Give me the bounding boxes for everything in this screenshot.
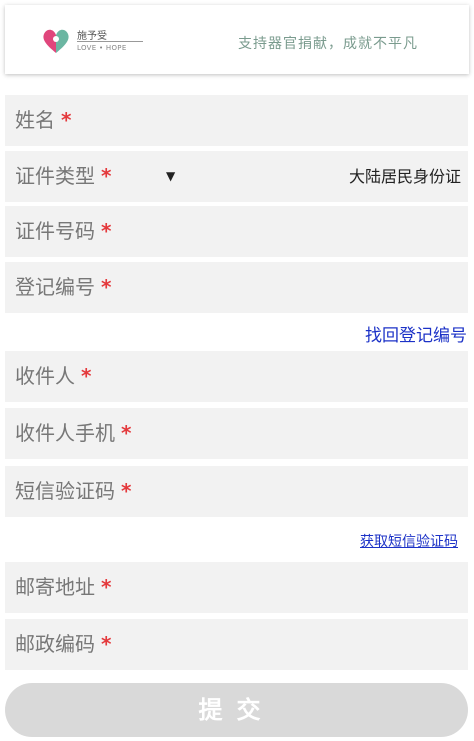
recipient-label-wrap: 收件人 * bbox=[15, 351, 91, 402]
recover-reg-number-link[interactable]: 找回登记编号 bbox=[365, 321, 467, 346]
postcode-label-wrap: 邮政编码 * bbox=[15, 619, 111, 670]
name-label-wrap: 姓名 * bbox=[15, 95, 71, 146]
logo-cn-text: 施予受 bbox=[77, 31, 107, 42]
submit-button[interactable]: 提交 bbox=[5, 683, 468, 737]
recipient-input[interactable]: 收件人 * bbox=[5, 351, 468, 402]
id-type-selected-value[interactable]: 大陆居民身份证 bbox=[349, 151, 461, 202]
postcode-label: 邮政编码 bbox=[15, 632, 95, 656]
sms-code-input[interactable]: 短信验证码 * bbox=[5, 466, 468, 517]
get-sms-code-link[interactable]: 获取短信验证码 bbox=[360, 531, 458, 551]
address-label-wrap: 邮寄地址 * bbox=[15, 562, 111, 613]
id-type-select[interactable]: 证件类型 * ▼ 大陆居民身份证 bbox=[5, 151, 468, 202]
logo-en-text: LOVE • HOPE bbox=[77, 44, 127, 52]
id-number-input[interactable]: 证件号码 * bbox=[5, 206, 468, 257]
recipient-phone-label: 收件人手机 bbox=[15, 421, 115, 445]
header-banner: 施予受 LOVE • HOPE 支持器官捐献，成就不平凡 bbox=[5, 5, 469, 74]
required-mark: * bbox=[121, 479, 132, 503]
reg-number-label-wrap: 登记编号 * bbox=[15, 262, 111, 313]
address-input[interactable]: 邮寄地址 * bbox=[5, 562, 468, 613]
slogan-text: 支持器官捐献，成就不平凡 bbox=[238, 36, 418, 52]
name-input[interactable]: 姓名 * bbox=[5, 95, 468, 146]
dropdown-arrow-icon[interactable]: ▼ bbox=[166, 151, 175, 202]
id-type-label-wrap: 证件类型 * bbox=[15, 151, 111, 202]
brand-logo: 施予受 LOVE • HOPE bbox=[41, 24, 151, 58]
required-mark: * bbox=[101, 219, 112, 243]
id-number-label: 证件号码 bbox=[15, 219, 95, 243]
logo-divider bbox=[77, 41, 143, 42]
recipient-phone-label-wrap: 收件人手机 * bbox=[15, 408, 131, 459]
required-mark: * bbox=[61, 108, 72, 132]
required-mark: * bbox=[101, 275, 112, 299]
reg-number-input[interactable]: 登记编号 * bbox=[5, 262, 468, 313]
address-label: 邮寄地址 bbox=[15, 575, 95, 599]
name-label: 姓名 bbox=[15, 108, 55, 132]
recipient-phone-input[interactable]: 收件人手机 * bbox=[5, 408, 468, 459]
required-mark: * bbox=[121, 421, 132, 445]
sms-code-label-wrap: 短信验证码 * bbox=[15, 466, 131, 517]
required-mark: * bbox=[101, 632, 112, 656]
heart-logo-icon bbox=[43, 29, 69, 53]
sms-code-label: 短信验证码 bbox=[15, 479, 115, 503]
recipient-label: 收件人 bbox=[15, 364, 75, 388]
required-mark: * bbox=[101, 164, 112, 188]
id-type-label: 证件类型 bbox=[15, 164, 95, 188]
required-mark: * bbox=[101, 575, 112, 599]
id-number-label-wrap: 证件号码 * bbox=[15, 206, 111, 257]
postcode-input[interactable]: 邮政编码 * bbox=[5, 619, 468, 670]
required-mark: * bbox=[81, 364, 92, 388]
reg-number-label: 登记编号 bbox=[15, 275, 95, 299]
